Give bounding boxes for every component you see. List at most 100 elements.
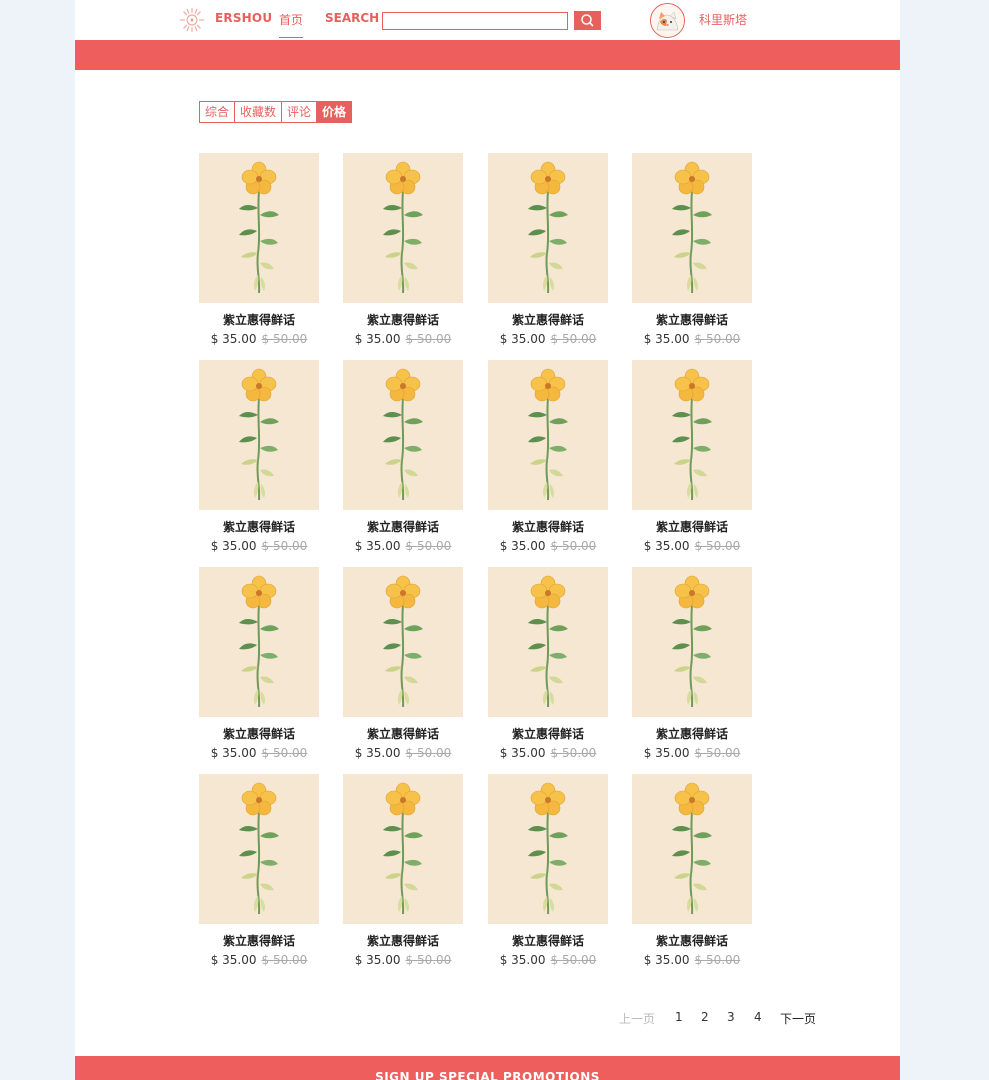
search-button[interactable] bbox=[574, 11, 601, 30]
product-price: $ 35.00 bbox=[354, 332, 401, 346]
product-price: $ 35.00 bbox=[210, 332, 257, 346]
product-old-price: $ 50.00 bbox=[261, 332, 308, 346]
product-name[interactable]: 紫立惠得鲜话 bbox=[632, 311, 752, 328]
product-name[interactable]: 紫立惠得鲜话 bbox=[488, 518, 608, 535]
top-header: ERSHOU 首页 SEARCH 科里斯塔 bbox=[75, 0, 900, 40]
product-old-price: $ 50.00 bbox=[550, 746, 597, 760]
product-card[interactable]: 紫立惠得鲜话 $ 35.00 $ 50.00 bbox=[199, 567, 319, 767]
product-image[interactable] bbox=[488, 774, 608, 924]
product-image[interactable] bbox=[488, 360, 608, 510]
page-link-4[interactable]: 4 bbox=[754, 1010, 762, 1024]
flower-image bbox=[343, 360, 463, 510]
product-name[interactable]: 紫立惠得鲜话 bbox=[343, 932, 463, 949]
product-old-price: $ 50.00 bbox=[405, 332, 452, 346]
flower-image bbox=[199, 774, 319, 924]
product-card[interactable]: 紫立惠得鲜话 $ 35.00 $ 50.00 bbox=[488, 774, 608, 974]
page-link-1[interactable]: 1 bbox=[675, 1010, 683, 1024]
flower-image bbox=[199, 360, 319, 510]
product-card[interactable]: 紫立惠得鲜话 $ 35.00 $ 50.00 bbox=[199, 774, 319, 974]
prev-page-link[interactable]: 上一页 bbox=[619, 1010, 655, 1027]
flower-image bbox=[488, 774, 608, 924]
search-input[interactable] bbox=[382, 12, 568, 30]
product-price: $ 35.00 bbox=[499, 953, 546, 967]
product-image[interactable] bbox=[199, 567, 319, 717]
product-image[interactable] bbox=[488, 567, 608, 717]
product-price: $ 35.00 bbox=[354, 746, 401, 760]
product-name[interactable]: 紫立惠得鲜话 bbox=[632, 518, 752, 535]
product-price: $ 35.00 bbox=[354, 539, 401, 553]
footer-promo-bar: SIGN UP SPECIAL PROMOTIONS bbox=[75, 1056, 900, 1080]
product-old-price: $ 50.00 bbox=[261, 953, 308, 967]
sort-tab-comments[interactable]: 评论 bbox=[282, 102, 318, 122]
product-image[interactable] bbox=[488, 153, 608, 303]
product-card[interactable]: 紫立惠得鲜话 $ 35.00 $ 50.00 bbox=[488, 153, 608, 353]
product-name[interactable]: 紫立惠得鲜话 bbox=[488, 932, 608, 949]
product-old-price: $ 50.00 bbox=[261, 746, 308, 760]
sort-tab-favorites[interactable]: 收藏数 bbox=[235, 102, 283, 122]
sort-tabs: 综合 收藏数 评论 价格 bbox=[199, 101, 353, 123]
product-image[interactable] bbox=[632, 774, 752, 924]
product-name[interactable]: 紫立惠得鲜话 bbox=[343, 725, 463, 742]
sun-logo-icon[interactable] bbox=[179, 7, 205, 33]
product-name[interactable]: 紫立惠得鲜话 bbox=[488, 725, 608, 742]
flower-image bbox=[632, 774, 752, 924]
product-price: $ 35.00 bbox=[643, 332, 690, 346]
product-card[interactable]: 紫立惠得鲜话 $ 35.00 $ 50.00 bbox=[632, 774, 752, 974]
product-image[interactable] bbox=[199, 360, 319, 510]
product-card[interactable]: 紫立惠得鲜话 $ 35.00 $ 50.00 bbox=[632, 567, 752, 767]
product-old-price: $ 50.00 bbox=[405, 746, 452, 760]
product-name[interactable]: 紫立惠得鲜话 bbox=[343, 311, 463, 328]
sort-tab-comprehensive[interactable]: 综合 bbox=[200, 102, 236, 122]
product-image[interactable] bbox=[632, 567, 752, 717]
product-name[interactable]: 紫立惠得鲜话 bbox=[488, 311, 608, 328]
product-image[interactable] bbox=[343, 567, 463, 717]
product-image[interactable] bbox=[199, 153, 319, 303]
product-name[interactable]: 紫立惠得鲜话 bbox=[199, 725, 319, 742]
product-image[interactable] bbox=[343, 153, 463, 303]
product-image[interactable] bbox=[343, 774, 463, 924]
flower-image bbox=[488, 567, 608, 717]
product-name[interactable]: 紫立惠得鲜话 bbox=[199, 311, 319, 328]
product-name[interactable]: 紫立惠得鲜话 bbox=[199, 932, 319, 949]
product-name[interactable]: 紫立惠得鲜话 bbox=[632, 932, 752, 949]
nav-home-link[interactable]: 首页 bbox=[279, 11, 304, 38]
product-price-row: $ 35.00 $ 50.00 bbox=[343, 332, 463, 346]
product-old-price: $ 50.00 bbox=[550, 539, 597, 553]
product-card[interactable]: 紫立惠得鲜话 $ 35.00 $ 50.00 bbox=[199, 360, 319, 560]
footer-promo-text[interactable]: SIGN UP SPECIAL PROMOTIONS bbox=[75, 1070, 900, 1080]
product-card[interactable]: 紫立惠得鲜话 $ 35.00 $ 50.00 bbox=[343, 153, 463, 353]
product-card[interactable]: 紫立惠得鲜话 $ 35.00 $ 50.00 bbox=[488, 567, 608, 767]
next-page-link[interactable]: 下一页 bbox=[780, 1010, 816, 1027]
product-price: $ 35.00 bbox=[354, 953, 401, 967]
product-old-price: $ 50.00 bbox=[694, 332, 741, 346]
product-name[interactable]: 紫立惠得鲜话 bbox=[632, 725, 752, 742]
product-card[interactable]: 紫立惠得鲜话 $ 35.00 $ 50.00 bbox=[488, 360, 608, 560]
product-price: $ 35.00 bbox=[643, 746, 690, 760]
product-price: $ 35.00 bbox=[210, 539, 257, 553]
product-image[interactable] bbox=[632, 360, 752, 510]
product-card[interactable]: 紫立惠得鲜话 $ 35.00 $ 50.00 bbox=[343, 360, 463, 560]
product-card[interactable]: 紫立惠得鲜话 $ 35.00 $ 50.00 bbox=[343, 567, 463, 767]
product-image[interactable] bbox=[199, 774, 319, 924]
product-card[interactable]: 紫立惠得鲜话 $ 35.00 $ 50.00 bbox=[632, 360, 752, 560]
product-image[interactable] bbox=[632, 153, 752, 303]
product-price-row: $ 35.00 $ 50.00 bbox=[488, 539, 608, 553]
product-old-price: $ 50.00 bbox=[405, 539, 452, 553]
product-image[interactable] bbox=[343, 360, 463, 510]
product-card[interactable]: 紫立惠得鲜话 $ 35.00 $ 50.00 bbox=[343, 774, 463, 974]
page-link-2[interactable]: 2 bbox=[701, 1010, 709, 1024]
product-name[interactable]: 紫立惠得鲜话 bbox=[199, 518, 319, 535]
flower-image bbox=[343, 774, 463, 924]
product-card[interactable]: 紫立惠得鲜话 $ 35.00 $ 50.00 bbox=[199, 153, 319, 353]
product-name[interactable]: 紫立惠得鲜话 bbox=[343, 518, 463, 535]
product-price: $ 35.00 bbox=[210, 953, 257, 967]
product-price-row: $ 35.00 $ 50.00 bbox=[343, 953, 463, 967]
flower-image bbox=[632, 153, 752, 303]
username-link[interactable]: 科里斯塔 bbox=[699, 11, 747, 28]
logo-text[interactable]: ERSHOU bbox=[215, 11, 272, 25]
user-avatar[interactable] bbox=[650, 3, 685, 38]
sort-tab-price[interactable]: 价格 bbox=[317, 102, 352, 122]
product-card[interactable]: 紫立惠得鲜话 $ 35.00 $ 50.00 bbox=[632, 153, 752, 353]
page-link-3[interactable]: 3 bbox=[727, 1010, 735, 1024]
product-old-price: $ 50.00 bbox=[694, 746, 741, 760]
